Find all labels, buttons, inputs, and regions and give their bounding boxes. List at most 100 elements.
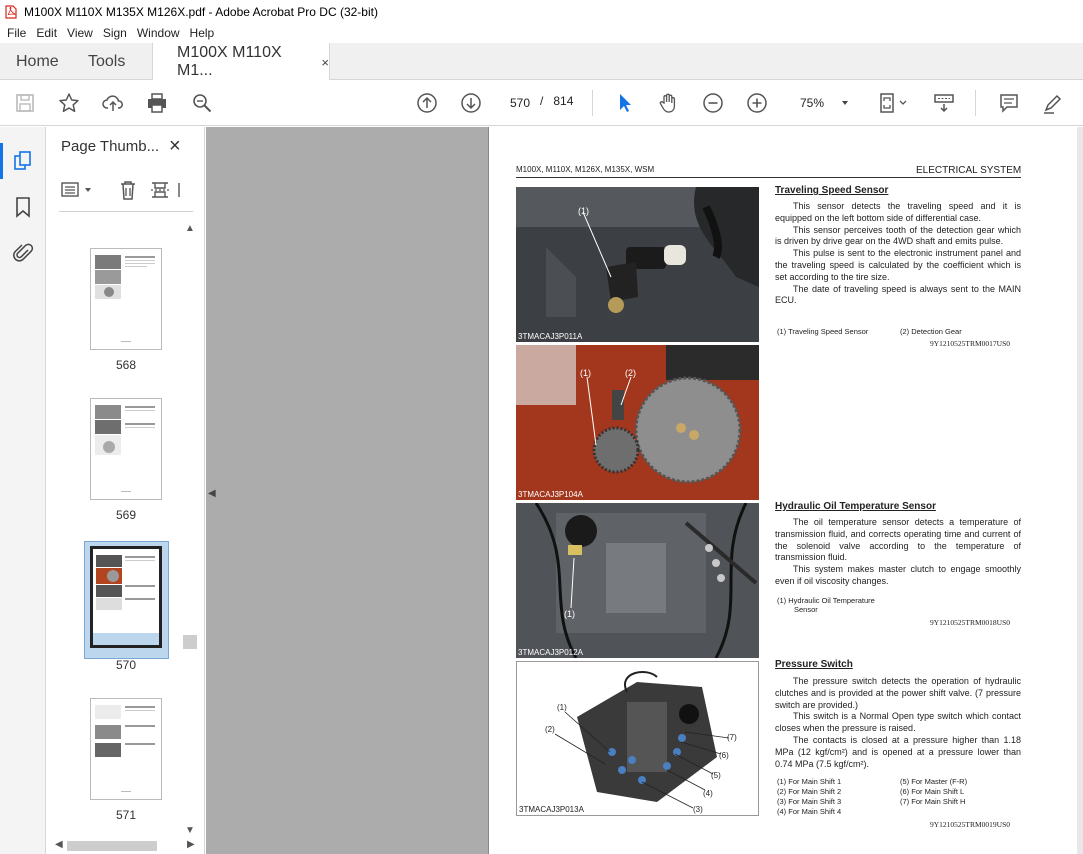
left-rail (0, 127, 46, 854)
section-body-oil-temp: The oil temperature sensor detects a tem… (775, 517, 1021, 588)
bookmark-icon[interactable] (11, 195, 35, 219)
thumbnail-label: 569 (115, 508, 137, 522)
menu-bar: File Edit View Sign Window Help (0, 23, 1083, 43)
page-fit-icon[interactable] (877, 91, 911, 115)
callout-3: (3) (693, 805, 703, 814)
panel-tools (59, 177, 197, 203)
panel-divider (59, 211, 193, 212)
callout-1: (1) (578, 206, 589, 216)
thumbnail-preview (93, 555, 159, 645)
tab-bar: Home Tools M100X M110X M1... × (0, 43, 1083, 81)
page-up-icon[interactable] (415, 91, 439, 115)
page-thumbnails-icon[interactable] (0, 143, 35, 179)
callout-2: (2) (625, 368, 636, 378)
page-down-icon[interactable] (459, 91, 483, 115)
panel-close-icon[interactable]: × (169, 135, 181, 158)
photo-caption: 3TMACAJ3P011A (518, 332, 583, 341)
legend-item: (4) For Main Shift 4 (777, 807, 842, 816)
tab-close-icon[interactable]: × (321, 55, 329, 70)
paragraph: This pulse is sent to the electronic ins… (775, 248, 1021, 282)
page-extract-icon[interactable] (149, 179, 171, 201)
document-scrollbar[interactable] (1077, 127, 1083, 854)
scroll-up-icon[interactable]: ▲ (185, 223, 195, 234)
scrollbar-thumb[interactable] (183, 635, 197, 649)
thumbnail-vertical-scrollbar[interactable]: ▲ ▼ (183, 221, 197, 837)
callout-1: (1) (557, 703, 567, 712)
scroll-mode-icon[interactable] (932, 91, 956, 115)
callout-2: (2) (545, 725, 555, 734)
callout-1: (1) (564, 609, 575, 619)
window-title: M100X M110X M135X M126X.pdf - Adobe Acro… (24, 4, 378, 19)
paragraph: This sensor perceives tooth of the detec… (775, 224, 1021, 247)
photo-speed-sensor: (1) 3TMACAJ3P011A (516, 187, 759, 342)
section-body-speed-sensor: This sensor detects the traveling speed … (775, 201, 1021, 307)
thumbnail-page-571[interactable] (90, 698, 162, 800)
thumbnail-page-568[interactable] (90, 248, 162, 350)
scrollbar-thumb[interactable] (67, 841, 157, 851)
legend-item: (5) For Master (F-R) (900, 777, 968, 786)
thumbnail-options-icon[interactable] (59, 180, 95, 200)
section-body-pressure-switch: The pressure switch detects the operatio… (775, 676, 1021, 770)
paragraph: The pressure switch detects the operatio… (775, 676, 1021, 710)
menu-window[interactable]: Window (132, 26, 185, 40)
paragraph: The contacts is closed at a pressure hig… (775, 734, 1021, 769)
header-rule (516, 177, 1021, 178)
thumbnails-panel: Page Thumb... × 568 569 570 571 ▲ ▼ ◀ ▶ (47, 127, 205, 854)
more-tools-icon[interactable] (177, 179, 185, 201)
hand-icon[interactable] (657, 91, 681, 115)
callout-5: (5) (711, 771, 721, 780)
zoom-search-icon[interactable] (190, 91, 214, 115)
save-icon[interactable] (13, 91, 37, 115)
paragraph: The date of traveling speed is always se… (775, 283, 1021, 306)
thumbnail-label: 570 (115, 658, 137, 672)
highlight-pen-icon[interactable] (1041, 91, 1065, 115)
tab-document[interactable]: M100X M110X M1... × (152, 43, 330, 81)
paragraph: This sensor detects the traveling speed … (775, 201, 1021, 223)
legend-item: (1) Traveling Speed Sensor (777, 327, 869, 336)
collapse-panel-icon[interactable]: ◀ (208, 488, 216, 499)
upload-icon[interactable] (101, 91, 125, 115)
page-number-input[interactable]: 570 (500, 91, 540, 115)
select-cursor-icon[interactable] (613, 91, 637, 115)
zoom-in-icon[interactable] (745, 91, 769, 115)
menu-file[interactable]: File (0, 26, 31, 40)
photo-caption: 3TMACAJ3P013A (519, 805, 584, 814)
attachment-icon[interactable] (11, 241, 35, 265)
legend-item: Sensor (794, 605, 818, 614)
zoom-out-icon[interactable] (701, 91, 725, 115)
total-pages: 814 (553, 94, 574, 108)
callout-4: (4) (703, 789, 713, 798)
acrobat-pdf-icon (5, 4, 17, 19)
tab-home[interactable]: Home (16, 43, 59, 80)
scroll-right-icon[interactable]: ▶ (187, 839, 195, 850)
scroll-down-icon[interactable]: ▼ (185, 825, 195, 836)
menu-edit[interactable]: Edit (31, 26, 62, 40)
section-title-oil-temp: Hydraulic Oil Temperature Sensor (775, 501, 936, 512)
comment-icon[interactable] (997, 91, 1021, 115)
thumbnail-label: 571 (115, 808, 137, 822)
legend-item: (1) For Main Shift 1 (777, 777, 842, 786)
thumbnail-page-569[interactable] (90, 398, 162, 500)
scroll-left-icon[interactable]: ◀ (55, 839, 63, 850)
thumbnail-horizontal-scrollbar[interactable]: ◀ ▶ (53, 839, 199, 853)
menu-view[interactable]: View (62, 26, 98, 40)
toolbar-divider (975, 90, 976, 116)
legend-item: (2) For Main Shift 2 (777, 787, 842, 796)
tab-tools[interactable]: Tools (88, 43, 125, 80)
thumbnail-preview (95, 255, 155, 342)
section-title-speed-sensor: Traveling Speed Sensor (775, 185, 889, 196)
legend-item: (2) Detection Gear (900, 327, 962, 336)
delete-page-icon[interactable] (117, 179, 139, 201)
reference-code: 9Y1210525TRM0017US0 (930, 339, 1011, 348)
thumbnail-page-570[interactable] (90, 546, 162, 648)
zoom-select[interactable]: 75% (790, 91, 852, 115)
menu-help[interactable]: Help (185, 26, 220, 40)
star-icon[interactable] (57, 91, 81, 115)
thumbnail-preview (95, 405, 155, 492)
photo-caption: 3TMACAJ3P104A (518, 490, 583, 499)
title-bar: M100X M110X M135X M126X.pdf - Adobe Acro… (0, 0, 1083, 23)
menu-sign[interactable]: Sign (98, 26, 132, 40)
paragraph: The oil temperature sensor detects a tem… (775, 517, 1021, 563)
print-icon[interactable] (145, 91, 169, 115)
callout-7: (7) (727, 733, 737, 742)
